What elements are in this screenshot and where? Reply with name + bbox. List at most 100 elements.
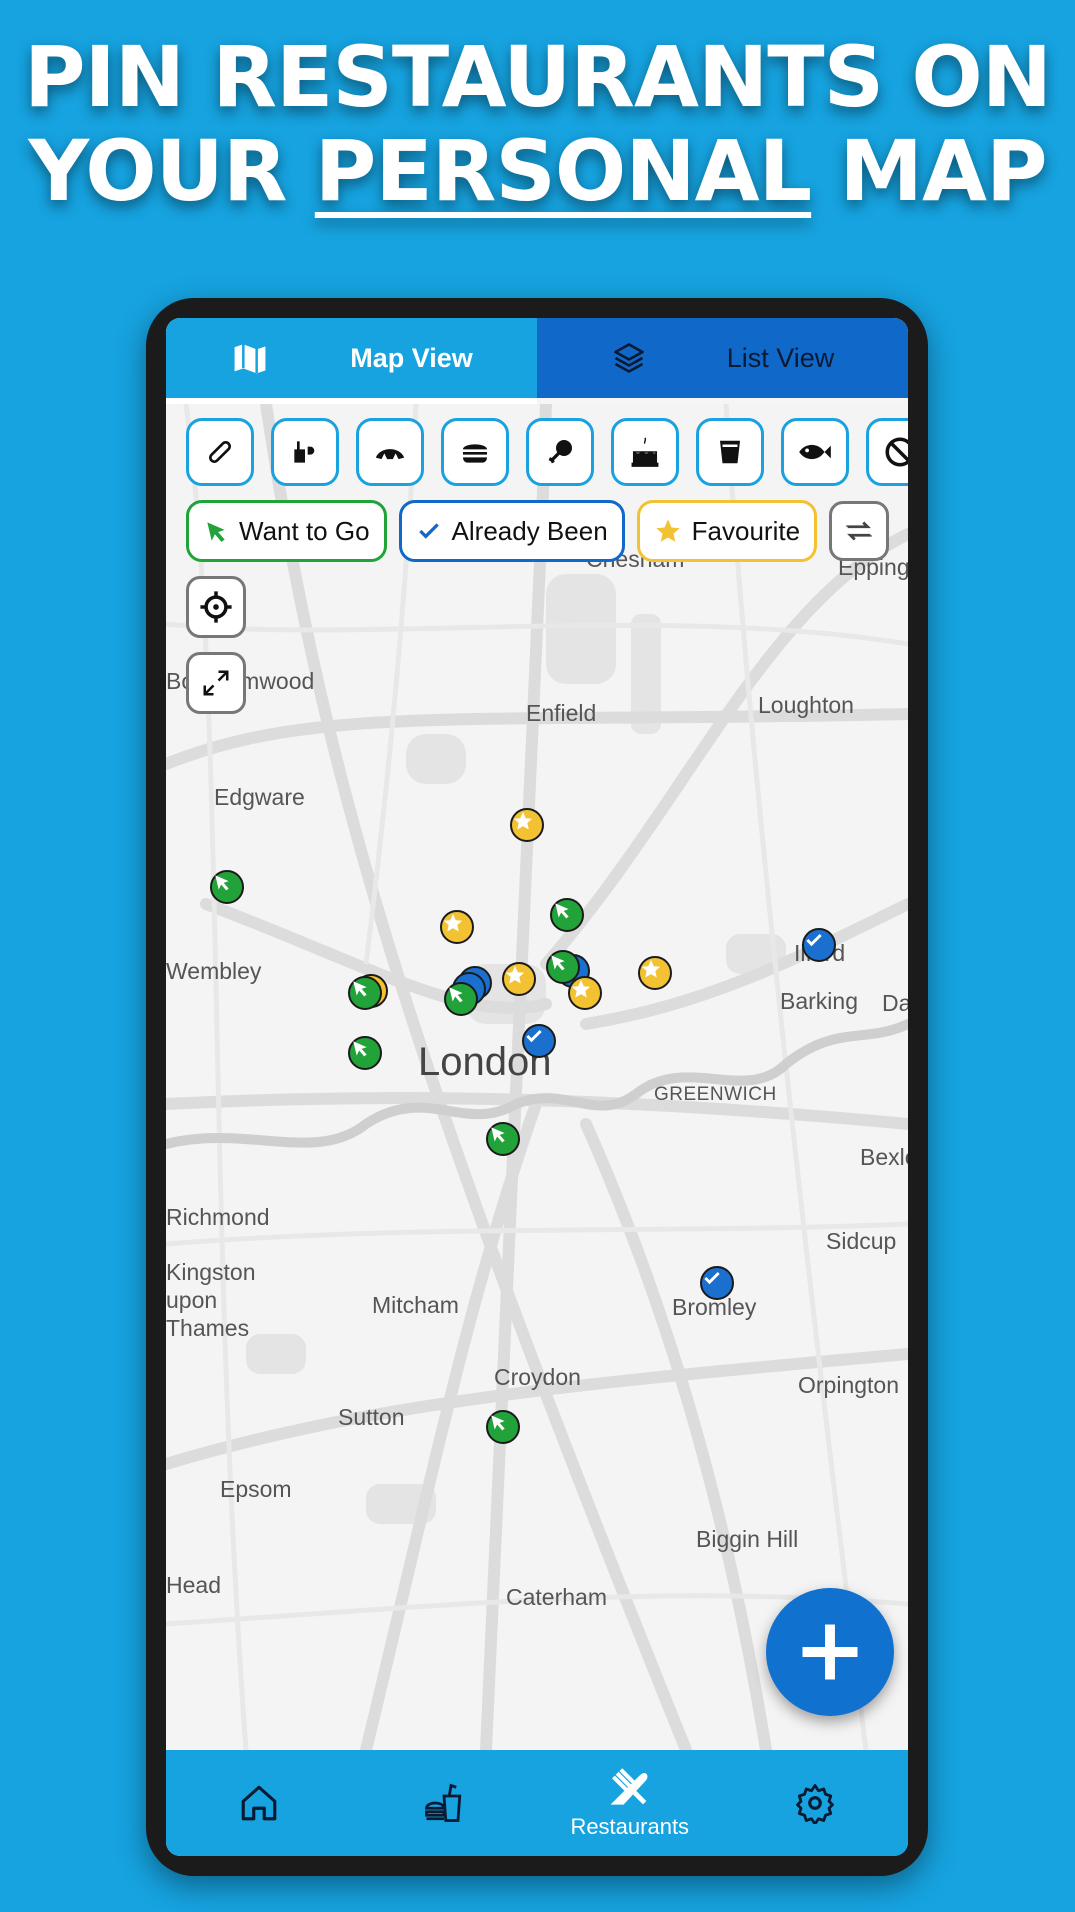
category-bar [186, 418, 908, 486]
settings-icon [796, 1784, 835, 1824]
pin-icon [555, 903, 569, 919]
star-icon [513, 811, 533, 830]
pin-icon [491, 1415, 505, 1431]
check-icon [526, 1029, 542, 1043]
tab-map-view[interactable]: Map View [166, 318, 537, 404]
view-tabs: Map View List View [166, 318, 908, 404]
nav-settings[interactable] [723, 1750, 909, 1856]
place-bexley: Bexle [860, 1144, 908, 1170]
star-icon [655, 519, 680, 542]
fish-icon [799, 444, 831, 460]
nav-restaurants-label: Restaurants [570, 1814, 690, 1839]
category-burger[interactable] [441, 418, 509, 486]
headline-line2-prefix: YOUR [28, 122, 315, 220]
favourite-pin[interactable] [502, 962, 536, 996]
headline-line2-suffix: MAP [811, 122, 1047, 220]
headline-line2: YOUR PERSONAL MAP [0, 124, 1075, 218]
filter-favourite[interactable]: Favourite [636, 500, 818, 562]
filter-already-been[interactable]: Already Been [398, 500, 625, 562]
place-dartford: Da [882, 990, 908, 1016]
headline-underlined-word: PERSONAL [314, 122, 812, 220]
map[interactable]: Enfield Loughton Edgware Ilford Barking … [166, 404, 908, 1750]
nav-restaurants[interactable]: Restaurants [537, 1750, 723, 1856]
place-barking: Barking [780, 988, 858, 1014]
headline: PIN RESTAURANTS ON YOUR PERSONAL MAP [0, 30, 1075, 218]
want-to-go-pin[interactable] [486, 1122, 520, 1156]
place-richmond: Richmond [166, 1204, 270, 1230]
takeaway-icon [425, 1783, 462, 1822]
pin-icon [491, 1127, 505, 1143]
check-icon [704, 1271, 720, 1285]
already-been-pin[interactable] [802, 928, 836, 962]
place-sutton: Sutton [338, 1404, 405, 1430]
place-sidcup: Sidcup [826, 1228, 897, 1254]
phone-screen: Enfield Loughton Edgware Ilford Barking … [166, 318, 908, 1856]
swap-icon [846, 521, 872, 541]
favourite-pin[interactable] [638, 956, 672, 990]
locate-button[interactable] [186, 576, 246, 638]
star-icon [505, 965, 525, 984]
category-chicken[interactable] [526, 418, 594, 486]
category-none[interactable] [866, 418, 908, 486]
pin-icon [449, 987, 463, 1003]
star-icon [571, 979, 591, 998]
category-hotdog[interactable] [186, 418, 254, 486]
cake-icon [631, 437, 659, 467]
category-coffee[interactable] [271, 418, 339, 486]
category-croissant[interactable] [356, 418, 424, 486]
no-icon [885, 437, 908, 467]
swap-filter-button[interactable] [829, 501, 890, 561]
star-icon [443, 913, 463, 932]
place-enfield: Enfield [526, 700, 597, 726]
place-greenwich: GREENWICH [654, 1084, 777, 1105]
headline-line1: PIN RESTAURANTS ON [23, 28, 1052, 126]
nav-home[interactable] [166, 1750, 352, 1856]
place-kingston: Kingston upon Thames [166, 1259, 256, 1341]
category-drink[interactable] [696, 418, 764, 486]
place-epsom: Epsom [220, 1476, 292, 1502]
favourite-pin[interactable] [510, 808, 544, 842]
status-filters: Want to Go Already Been Favourite [186, 500, 890, 562]
plus-icon [802, 1624, 858, 1680]
place-edgware: Edgware [214, 784, 305, 810]
expand-icon [203, 670, 229, 696]
check-icon [418, 523, 439, 539]
tab-map-view-label: Map View [350, 342, 473, 373]
drink-icon [720, 440, 740, 464]
add-restaurant-button[interactable] [766, 1588, 894, 1716]
pin-icon [551, 955, 565, 971]
already-been-pin[interactable] [700, 1266, 734, 1300]
place-head: Head [166, 1572, 221, 1598]
restaurants-icon [610, 1768, 648, 1805]
want-to-go-pin[interactable] [210, 870, 244, 904]
category-fish[interactable] [781, 418, 849, 486]
nav-takeaway[interactable] [352, 1750, 538, 1856]
place-croydon: Croydon [494, 1364, 581, 1390]
filter-already-been-label: Already Been [451, 515, 608, 546]
pin-icon [353, 981, 367, 997]
favourite-pin[interactable] [440, 910, 474, 944]
place-caterham: Caterham [506, 1584, 607, 1610]
fullscreen-button[interactable] [186, 652, 246, 714]
want-to-go-pin[interactable] [348, 1036, 382, 1070]
want-to-go-pin[interactable] [550, 898, 584, 932]
burger-icon [463, 444, 487, 463]
chicken-leg-icon [548, 440, 572, 464]
category-cake[interactable] [611, 418, 679, 486]
star-icon [641, 959, 661, 978]
pin-icon [207, 522, 225, 542]
crosshair-icon [200, 591, 232, 623]
want-to-go-pin[interactable] [444, 982, 478, 1016]
filter-want-to-go[interactable]: Want to Go [186, 500, 387, 562]
hotdog-icon [209, 441, 231, 463]
want-to-go-pin[interactable] [486, 1410, 520, 1444]
place-biggin-hill: Biggin Hill [696, 1526, 799, 1552]
favourite-pin[interactable] [568, 976, 602, 1010]
filter-want-to-go-label: Want to Go [239, 515, 370, 546]
filter-favourite-label: Favourite [691, 515, 801, 546]
tab-list-view[interactable]: List View [537, 318, 908, 398]
want-to-go-pin[interactable] [348, 976, 382, 1010]
already-been-pin[interactable] [522, 1024, 556, 1058]
place-wembley: Wembley [166, 958, 262, 984]
layers-icon [613, 343, 644, 373]
